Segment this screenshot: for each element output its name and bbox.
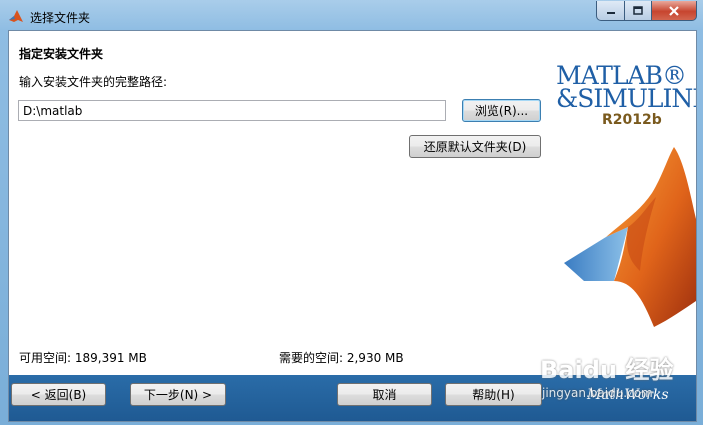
cancel-button[interactable]: 取消 — [337, 383, 432, 406]
browse-button[interactable]: 浏览(R)... — [462, 99, 541, 122]
help-button[interactable]: 帮助(H) — [445, 383, 542, 406]
mathworks-logo: MathWorks — [587, 387, 669, 403]
available-space-label: 可用空间: 189,391 MB — [19, 351, 147, 365]
close-button[interactable] — [652, 1, 697, 21]
logo-simulink-text: &SIMULINK® — [556, 84, 696, 113]
title-bar[interactable]: 选择文件夹 — [0, 0, 703, 34]
page-heading: 指定安装文件夹 — [19, 47, 104, 61]
maximize-icon — [633, 5, 643, 15]
matlab-logo: MATLAB® &SIMULINK® R2012b — [544, 31, 696, 376]
button-bar: < 返回(B) 下一步(N) > 取消 帮助(H) MathWorks — [9, 375, 696, 421]
matlab-icon — [9, 10, 23, 22]
close-icon — [669, 5, 679, 16]
dialog-body: 指定安装文件夹 输入安装文件夹的完整路径: 浏览(R)... 还原默认文件夹(D… — [8, 30, 697, 422]
required-space-label: 需要的空间: 2,930 MB — [279, 351, 404, 365]
window-title: 选择文件夹 — [30, 11, 91, 25]
window-frame: 选择文件夹 指定安装文件夹 输入安装文件夹的完整路径: 浏览(R)... 还原默… — [0, 0, 703, 425]
install-path-input[interactable] — [18, 100, 446, 121]
release-label: R2012b — [602, 112, 662, 128]
maximize-button[interactable] — [625, 1, 652, 21]
minimize-icon — [606, 11, 615, 14]
next-button[interactable]: 下一步(N) > — [130, 383, 226, 406]
back-button[interactable]: < 返回(B) — [11, 383, 106, 406]
membrane-icon — [564, 147, 696, 327]
restore-default-button[interactable]: 还原默认文件夹(D) — [409, 135, 541, 158]
caption-buttons — [596, 1, 697, 21]
path-prompt: 输入安装文件夹的完整路径: — [19, 75, 168, 89]
minimize-button[interactable] — [596, 1, 625, 21]
